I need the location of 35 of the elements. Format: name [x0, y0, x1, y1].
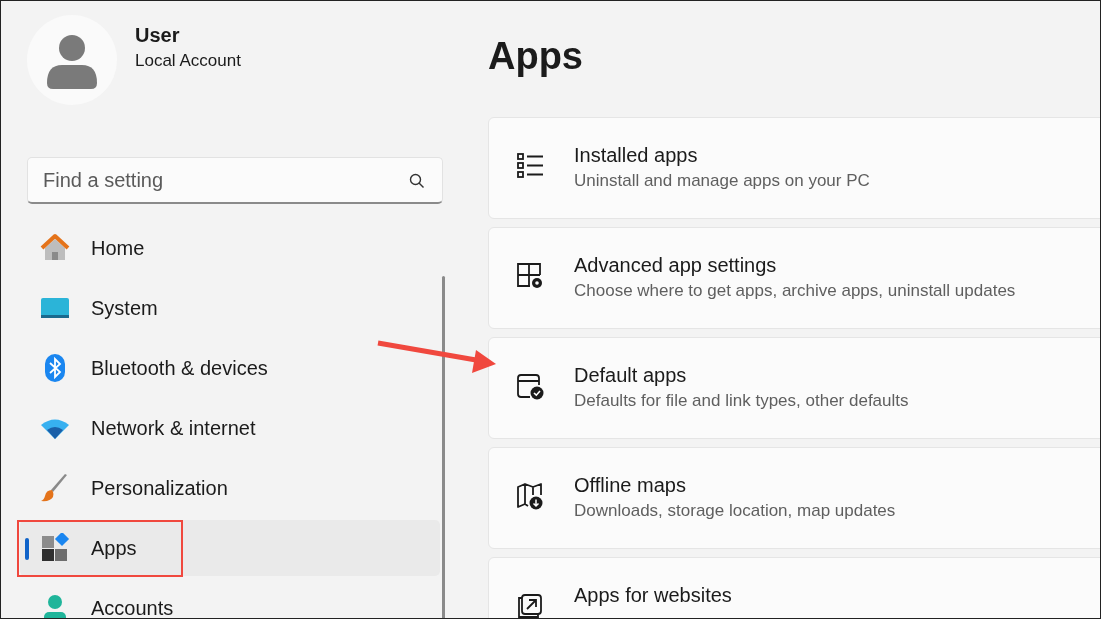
nav-item[interactable]: Home: [20, 220, 440, 276]
settings-card[interactable]: Advanced app settings Choose where to get apps, archive apps, uninstall updates: [488, 227, 1100, 329]
card-description: Downloads, storage location, map updates: [574, 501, 896, 521]
nav-item[interactable]: Accounts: [20, 580, 440, 618]
nav-item[interactable]: Bluetooth & devices: [20, 340, 440, 396]
card-title: Offline maps: [574, 474, 687, 497]
nav-item[interactable]: System: [20, 280, 440, 336]
card-description: Defaults for file and link types, other defaults: [574, 391, 909, 411]
card-description: Choose where to get apps, archive apps, uninstall updates: [574, 281, 1016, 301]
settings-card[interactable]: Apps for websites: [488, 557, 1100, 618]
brush-icon: [40, 473, 70, 503]
settings-card[interactable]: Installed apps Uninstall and manage apps on your PC: [488, 117, 1100, 219]
search-field[interactable]: Find a setting: [27, 157, 443, 204]
list-icon: [516, 152, 544, 180]
nav-item[interactable]: Personalization: [20, 460, 440, 516]
card-description: Uninstall and manage apps on your PC: [574, 171, 870, 191]
window-check-icon: [516, 372, 544, 400]
nav-item[interactable]: Apps: [20, 520, 440, 576]
card-title: Advanced app settings: [574, 254, 778, 277]
account-type: Local Account: [135, 50, 241, 71]
user-name: User: [135, 23, 181, 47]
avatar-icon: [27, 15, 117, 105]
page-title: Apps: [488, 35, 584, 79]
card-title: Installed apps: [574, 144, 699, 167]
card-title: Default apps: [574, 364, 688, 387]
settings-card[interactable]: Default apps Defaults for file and link types, other defaults: [488, 337, 1100, 439]
apps-icon: [40, 533, 70, 563]
nav-item[interactable]: Network & internet: [20, 400, 440, 456]
card-title: Apps for websites: [574, 584, 732, 607]
search-icon: [409, 173, 425, 189]
map-download-icon: [516, 482, 544, 510]
scrollbar[interactable]: [442, 276, 445, 618]
house-icon: [40, 233, 70, 263]
settings-card[interactable]: Offline maps Downloads, storage location, map updates: [488, 447, 1100, 549]
grid-gear-icon: [516, 262, 544, 290]
